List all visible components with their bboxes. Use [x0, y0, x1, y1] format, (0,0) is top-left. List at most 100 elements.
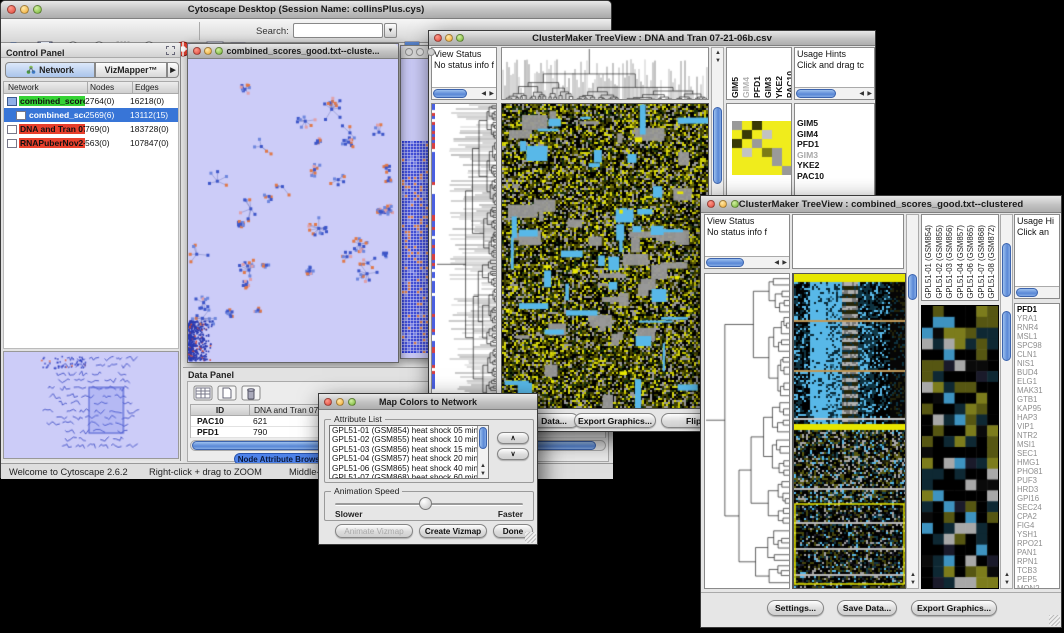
- gene-label[interactable]: PAN1: [1015, 548, 1059, 557]
- col-header-network[interactable]: Network: [4, 82, 87, 93]
- table-mode-icon[interactable]: [193, 385, 213, 401]
- gene-label[interactable]: HRD3: [1015, 485, 1059, 494]
- minimize-button[interactable]: [445, 34, 453, 42]
- scroll-down-icon[interactable]: ▼: [1004, 580, 1010, 586]
- network-view-canvas[interactable]: [188, 59, 398, 362]
- minimize-button[interactable]: [336, 398, 344, 406]
- close-button[interactable]: [193, 47, 201, 55]
- search-dropdown-button[interactable]: ▼: [384, 23, 397, 38]
- minimize-button[interactable]: [204, 47, 212, 55]
- zoom-button[interactable]: [348, 398, 356, 406]
- gene-label[interactable]: VIP1: [1015, 422, 1059, 431]
- col-header-edges[interactable]: Edges: [132, 82, 178, 93]
- gene-label[interactable]: NIS1: [1015, 359, 1059, 368]
- row-dendrogram-canvas[interactable]: [705, 274, 789, 588]
- gene-label[interactable]: GIM5: [795, 118, 874, 129]
- main-titlebar[interactable]: Cytoscape Desktop (Session Name: collins…: [1, 1, 611, 19]
- gene-label[interactable]: CPA2: [1015, 512, 1059, 521]
- treeview2-titlebar[interactable]: ClusterMaker TreeView : combined_scores_…: [701, 196, 1061, 213]
- gene-label[interactable]: SEC24: [1015, 503, 1059, 512]
- gene-label[interactable]: MON2: [1015, 584, 1059, 589]
- usage-hints-hscrollbar[interactable]: ◀ ▶: [795, 87, 874, 99]
- scrollbar-thumb[interactable]: [1016, 288, 1038, 297]
- gene-label[interactable]: YRA1: [1015, 314, 1059, 323]
- minimize-button[interactable]: [20, 5, 29, 14]
- gene-label[interactable]: RNR4: [1015, 323, 1059, 332]
- column-dendrogram-canvas[interactable]: [502, 48, 709, 100]
- attribute-item[interactable]: GPL51-03 (GSM856) heat shock 15 min: [330, 445, 488, 454]
- scrollbar-thumb[interactable]: [796, 89, 836, 98]
- column-label[interactable]: GIM5: [730, 77, 740, 98]
- resize-grip[interactable]: [525, 532, 536, 543]
- col-header-nodes[interactable]: Nodes: [87, 82, 132, 93]
- global-heatmap-panel[interactable]: [501, 103, 709, 409]
- gene-label[interactable]: YSH1: [1015, 530, 1059, 539]
- global-heatmap-canvas[interactable]: [502, 104, 708, 408]
- scrollbar-thumb[interactable]: [433, 89, 467, 98]
- zoom-vscrollbar[interactable]: ▲ ▼: [1000, 214, 1013, 589]
- list-vscrollbar[interactable]: ▲ ▼: [477, 426, 488, 478]
- scroll-up-icon[interactable]: ▲: [910, 572, 916, 578]
- tab-overflow[interactable]: ▶: [167, 62, 179, 78]
- scroll-left-icon[interactable]: ◀: [481, 91, 486, 97]
- network-list-row[interactable]: combined_scores 2764(0) 16218(0): [4, 94, 178, 108]
- network-overview-panel[interactable]: [3, 351, 179, 459]
- attribute-listbox[interactable]: GPL51-01 (GSM854) heat shock 05 min GPL51…: [329, 425, 489, 479]
- gene-label[interactable]: RPN1: [1015, 557, 1059, 566]
- tab-network[interactable]: Network: [5, 62, 95, 78]
- scrollbar-thumb[interactable]: [713, 107, 722, 184]
- close-button[interactable]: [324, 398, 332, 406]
- close-button[interactable]: [7, 5, 16, 14]
- column-label[interactable]: GIM4: [741, 77, 751, 98]
- delete-attribute-icon[interactable]: [241, 385, 261, 401]
- network-overview-canvas[interactable]: [4, 352, 178, 458]
- minimize-button[interactable]: [719, 200, 727, 208]
- dialog-button[interactable]: Create Vizmap: [419, 524, 487, 538]
- gene-label[interactable]: HMG1: [1015, 458, 1059, 467]
- attribute-item[interactable]: GPL51-01 (GSM854) heat shock 05 min: [330, 426, 488, 435]
- treeview1-titlebar[interactable]: ClusterMaker TreeView : DNA and Tran 07-…: [429, 31, 875, 46]
- row-dendrogram-panel[interactable]: [704, 273, 790, 589]
- gene-label[interactable]: RPO21: [1015, 539, 1059, 548]
- gene-label[interactable]: CLN1: [1015, 350, 1059, 359]
- close-button[interactable]: [405, 48, 413, 56]
- scrollbar-thumb[interactable]: [706, 258, 744, 267]
- dialog-button[interactable]: Animate Vizmap: [335, 524, 413, 538]
- treeview-button[interactable]: Export Graphics...: [574, 413, 656, 428]
- gene-label[interactable]: NTR2: [1015, 431, 1059, 440]
- gene-label[interactable]: BUD4: [1015, 368, 1059, 377]
- scroll-up-icon[interactable]: ▲: [480, 463, 486, 469]
- gene-label[interactable]: YKE2: [795, 160, 874, 171]
- global-heatmap-panel[interactable]: [792, 273, 906, 589]
- column-label[interactable]: GPL51-01 (GSM854): [924, 225, 935, 299]
- column-label[interactable]: PFD1: [752, 76, 762, 98]
- network-list-row[interactable]: RNAPuberNov2+ 563(0) 107847(0): [4, 136, 178, 150]
- treeview-button[interactable]: Save Data...: [837, 600, 897, 616]
- scrollbar-thumb[interactable]: [479, 427, 487, 449]
- column-label[interactable]: GIM3: [763, 77, 773, 98]
- gene-label[interactable]: TCB3: [1015, 566, 1059, 575]
- speed-slider-thumb[interactable]: [419, 497, 432, 510]
- zoom-button[interactable]: [456, 34, 464, 42]
- zoom-button[interactable]: [215, 47, 223, 55]
- network-list-row[interactable]: DNA and Tran 07 769(0) 183728(0): [4, 122, 178, 136]
- zoom-heatmap-panel[interactable]: [921, 305, 999, 589]
- scrollbar-thumb[interactable]: [1002, 243, 1011, 297]
- scroll-right-icon[interactable]: ▶: [489, 91, 494, 97]
- gene-label[interactable]: ELG1: [1015, 377, 1059, 386]
- column-label[interactable]: GPL51-08 (GSM872): [987, 225, 998, 299]
- close-button[interactable]: [434, 34, 442, 42]
- scroll-left-icon[interactable]: ◀: [859, 91, 864, 97]
- attribute-item[interactable]: GPL51-04 (GSM857) heat shock 20 min: [330, 454, 488, 463]
- scroll-right-icon[interactable]: ▶: [867, 91, 872, 97]
- view-status-hscrollbar[interactable]: ◀ ▶: [432, 87, 496, 99]
- zoom-heatmap-canvas[interactable]: [922, 306, 998, 588]
- network-list-row[interactable]: combined_sco 2569(6) 13112(15): [4, 108, 178, 122]
- treeview-button[interactable]: Settings...: [767, 600, 824, 616]
- gene-label[interactable]: SEC1: [1015, 449, 1059, 458]
- network-view-titlebar[interactable]: combined_scores_good.txt--cluste...: [188, 44, 398, 59]
- zoom-button[interactable]: [427, 48, 435, 56]
- gene-label[interactable]: MAK31: [1015, 386, 1059, 395]
- minimize-button[interactable]: [416, 48, 424, 56]
- global-heatmap-canvas[interactable]: [794, 274, 906, 588]
